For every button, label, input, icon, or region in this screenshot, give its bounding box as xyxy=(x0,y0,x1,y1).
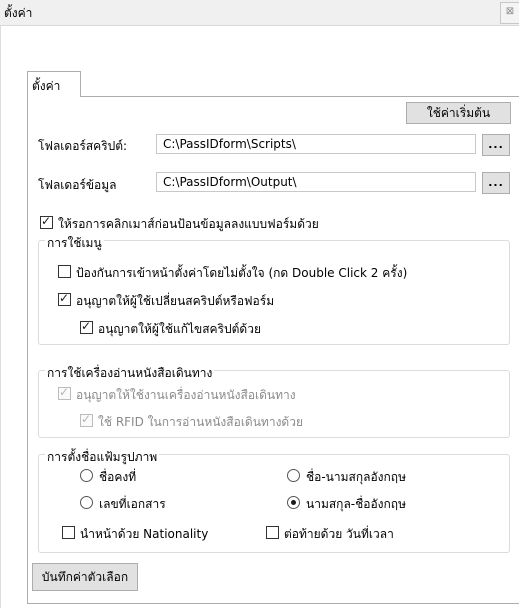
suffix-datetime-checkbox[interactable] xyxy=(266,526,279,539)
suffix-datetime-label: ต่อท้ายด้วย วันที่เวลา xyxy=(284,527,394,541)
use-rfid-label: ใช้ RFID ในการอ่านหนังสือเดินทางด้วย xyxy=(98,415,303,429)
prevent-settings-label: ป้องกันการเข้าหน้าตั้งค่าโดยไม่ตั้งใจ (ก… xyxy=(76,266,408,280)
data-folder-label: โฟลเดอร์ข้อมูล xyxy=(38,178,117,192)
radio-fixed-name-label: ชื่อคงที่ xyxy=(99,470,137,484)
image-filename-group-title: การตั้งชื่อแฟ้มรูปภาพ xyxy=(45,448,160,467)
use-rfid-checkbox[interactable] xyxy=(80,412,93,427)
script-folder-input[interactable] xyxy=(156,134,476,154)
save-options-button[interactable]: บันทึกค่าตัวเลือก xyxy=(32,563,138,591)
radio-fixed-name[interactable] xyxy=(80,469,93,482)
data-folder-input[interactable] xyxy=(156,172,476,192)
allow-edit-script-label: อนุญาตให้ผู้ใช้แก้ไขสคริปต์ด้วย xyxy=(98,322,261,336)
data-folder-browse-button[interactable]: ... xyxy=(482,172,510,194)
menu-group-title: การใช้เมนู xyxy=(45,234,104,253)
allow-passport-reader-checkbox[interactable] xyxy=(58,385,71,400)
radio-lastname-firstname-en-label: นามสกุล-ชื่ออังกฤษ xyxy=(306,497,406,511)
radio-document-number[interactable] xyxy=(80,496,93,509)
click-before-fill-checkbox[interactable] xyxy=(40,214,53,229)
click-before-fill-label: ให้รอการคลิกเมาส์ก่อนป้อนข้อมูลลงแบบฟอร์… xyxy=(58,217,319,231)
allow-change-script-label: อนุญาตให้ผู้ใช้เปลี่ยนสคริปต์หรือฟอร์ม xyxy=(76,294,275,308)
use-defaults-button[interactable]: ใช้ค่าเริ่มต้น xyxy=(406,102,511,124)
prefix-nationality-checkbox[interactable] xyxy=(62,526,75,539)
radio-firstname-lastname-en-label: ชื่อ-นามสกุลอังกฤษ xyxy=(306,470,406,484)
settings-content: ใช้ค่าเริ่มต้น โฟลเดอร์สคริปต์: ... โฟลเ… xyxy=(0,0,519,608)
radio-document-number-label: เลขที่เอกสาร xyxy=(99,497,166,511)
radio-firstname-lastname-en[interactable] xyxy=(287,469,300,482)
allow-passport-reader-label: อนุญาตให้ใช้งานเครื่องอ่านหนังสือเดินทาง xyxy=(76,388,296,402)
prevent-settings-checkbox[interactable] xyxy=(58,265,71,278)
radio-lastname-firstname-en[interactable] xyxy=(287,496,300,509)
passport-reader-group-title: การใช้เครื่องอ่านหนังสือเดินทาง xyxy=(45,364,215,383)
allow-change-script-checkbox[interactable] xyxy=(58,291,71,306)
allow-edit-script-checkbox[interactable] xyxy=(80,319,93,334)
script-folder-browse-button[interactable]: ... xyxy=(482,134,510,156)
prefix-nationality-label: นำหน้าด้วย Nationality xyxy=(80,527,209,541)
script-folder-label: โฟลเดอร์สคริปต์: xyxy=(38,139,128,153)
